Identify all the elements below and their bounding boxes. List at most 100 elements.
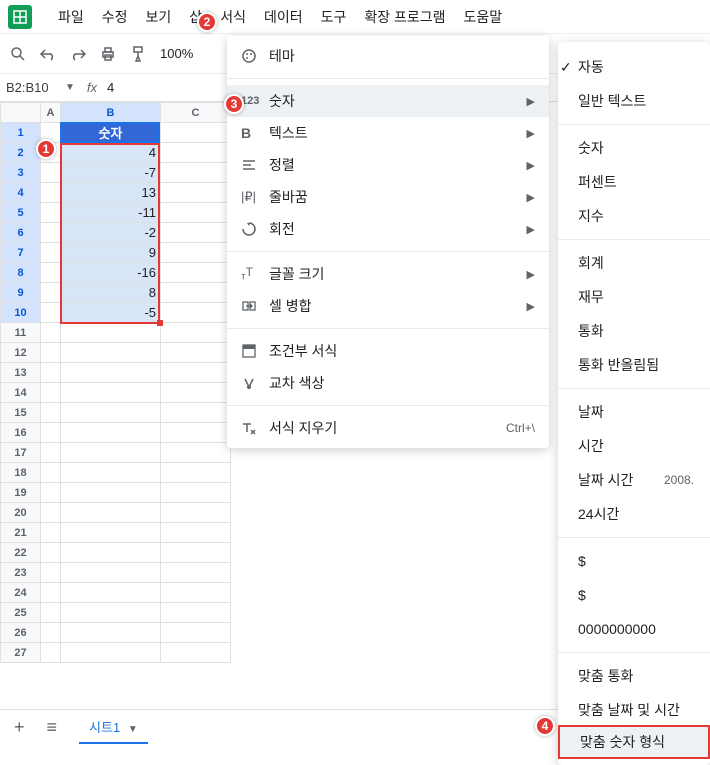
row-head-10[interactable]: 10 bbox=[1, 303, 41, 323]
cell-A25[interactable] bbox=[41, 603, 61, 623]
row-head-23[interactable]: 23 bbox=[1, 563, 41, 583]
col-head-B[interactable]: B bbox=[61, 103, 161, 123]
number-format-item-13[interactable]: 시간 bbox=[558, 429, 710, 463]
row-head-21[interactable]: 21 bbox=[1, 523, 41, 543]
format-menu-item-6[interactable]: 회전▶ bbox=[227, 213, 549, 245]
format-menu-item-5[interactable]: |₽|줄바꿈▶ bbox=[227, 181, 549, 213]
cell-C17[interactable] bbox=[161, 443, 231, 463]
cell-A19[interactable] bbox=[41, 483, 61, 503]
col-head-A[interactable]: A bbox=[41, 103, 61, 123]
cell-C14[interactable] bbox=[161, 383, 231, 403]
row-head-15[interactable]: 15 bbox=[1, 403, 41, 423]
select-all-corner[interactable] bbox=[1, 103, 41, 123]
cell-A17[interactable] bbox=[41, 443, 61, 463]
menu-6[interactable]: 도구 bbox=[313, 3, 355, 31]
row-head-4[interactable]: 4 bbox=[1, 183, 41, 203]
row-head-13[interactable]: 13 bbox=[1, 363, 41, 383]
cell-B11[interactable] bbox=[61, 323, 161, 343]
cell-C18[interactable] bbox=[161, 463, 231, 483]
print-icon[interactable] bbox=[100, 46, 116, 62]
cell-B19[interactable] bbox=[61, 483, 161, 503]
menu-7[interactable]: 확장 프로그램 bbox=[356, 3, 453, 31]
cell-A4[interactable] bbox=[41, 183, 61, 203]
add-sheet-icon[interactable]: + bbox=[14, 717, 25, 738]
format-menu-item-9[interactable]: 셀 병합▶ bbox=[227, 290, 549, 322]
cell-A16[interactable] bbox=[41, 423, 61, 443]
number-format-item-12[interactable]: 날짜 bbox=[558, 395, 710, 429]
cell-B9[interactable]: 8 bbox=[61, 283, 161, 303]
number-format-item-18[interactable]: $ bbox=[558, 578, 710, 612]
cell-B4[interactable]: 13 bbox=[61, 183, 161, 203]
cell-C10[interactable] bbox=[161, 303, 231, 323]
number-format-item-17[interactable]: $ bbox=[558, 544, 710, 578]
cell-B14[interactable] bbox=[61, 383, 161, 403]
cell-C9[interactable] bbox=[161, 283, 231, 303]
number-format-item-22[interactable]: 맞춤 날짜 및 시간 bbox=[558, 693, 710, 727]
cell-B7[interactable]: 9 bbox=[61, 243, 161, 263]
redo-icon[interactable] bbox=[70, 46, 86, 62]
cell-C16[interactable] bbox=[161, 423, 231, 443]
cell-B15[interactable] bbox=[61, 403, 161, 423]
number-format-item-19[interactable]: 0000000000 bbox=[558, 612, 710, 646]
cell-C11[interactable] bbox=[161, 323, 231, 343]
cell-C12[interactable] bbox=[161, 343, 231, 363]
sheet-tab-dropdown-icon[interactable]: ▼ bbox=[128, 724, 138, 735]
cell-C19[interactable] bbox=[161, 483, 231, 503]
row-head-16[interactable]: 16 bbox=[1, 423, 41, 443]
format-menu-item-4[interactable]: 정렬▶ bbox=[227, 149, 549, 181]
cell-B27[interactable] bbox=[61, 643, 161, 663]
format-menu-item-2[interactable]: 123숫자▶ bbox=[227, 85, 549, 117]
paint-format-icon[interactable] bbox=[130, 46, 146, 62]
row-head-20[interactable]: 20 bbox=[1, 503, 41, 523]
cell-B10[interactable]: -5 bbox=[61, 303, 161, 323]
number-format-item-3[interactable]: 숫자 bbox=[558, 131, 710, 165]
cell-B23[interactable] bbox=[61, 563, 161, 583]
cell-C26[interactable] bbox=[161, 623, 231, 643]
col-head-C[interactable]: C bbox=[161, 103, 231, 123]
cell-C15[interactable] bbox=[161, 403, 231, 423]
cell-A5[interactable] bbox=[41, 203, 61, 223]
menu-0[interactable]: 파일 bbox=[50, 3, 92, 31]
cell-B16[interactable] bbox=[61, 423, 161, 443]
cell-C1[interactable] bbox=[161, 123, 231, 143]
row-head-25[interactable]: 25 bbox=[1, 603, 41, 623]
cell-B17[interactable] bbox=[61, 443, 161, 463]
cell-A27[interactable] bbox=[41, 643, 61, 663]
row-head-18[interactable]: 18 bbox=[1, 463, 41, 483]
row-head-24[interactable]: 24 bbox=[1, 583, 41, 603]
row-head-22[interactable]: 22 bbox=[1, 543, 41, 563]
cell-A21[interactable] bbox=[41, 523, 61, 543]
cell-A20[interactable] bbox=[41, 503, 61, 523]
cell-C25[interactable] bbox=[161, 603, 231, 623]
cell-B1[interactable]: 숫자 bbox=[61, 123, 161, 143]
cell-B5[interactable]: -11 bbox=[61, 203, 161, 223]
row-head-6[interactable]: 6 bbox=[1, 223, 41, 243]
cell-A9[interactable] bbox=[41, 283, 61, 303]
cell-C5[interactable] bbox=[161, 203, 231, 223]
cell-C8[interactable] bbox=[161, 263, 231, 283]
cell-C23[interactable] bbox=[161, 563, 231, 583]
cell-C22[interactable] bbox=[161, 543, 231, 563]
format-menu-item-14[interactable]: 서식 지우기Ctrl+\ bbox=[227, 412, 549, 444]
cell-A18[interactable] bbox=[41, 463, 61, 483]
sheet-tab-1[interactable]: 시트1 ▼ bbox=[79, 711, 148, 744]
cell-B2[interactable]: 4 bbox=[61, 143, 161, 163]
cell-C20[interactable] bbox=[161, 503, 231, 523]
row-head-1[interactable]: 1 bbox=[1, 123, 41, 143]
cell-C4[interactable] bbox=[161, 183, 231, 203]
row-head-11[interactable]: 11 bbox=[1, 323, 41, 343]
row-head-7[interactable]: 7 bbox=[1, 243, 41, 263]
format-menu-item-3[interactable]: B텍스트▶ bbox=[227, 117, 549, 149]
menu-2[interactable]: 보기 bbox=[138, 3, 180, 31]
fill-handle[interactable] bbox=[157, 320, 163, 326]
row-head-27[interactable]: 27 bbox=[1, 643, 41, 663]
format-menu-item-11[interactable]: 조건부 서식 bbox=[227, 335, 549, 367]
number-format-item-7[interactable]: 회계 bbox=[558, 246, 710, 280]
format-menu-item-12[interactable]: 교차 색상 bbox=[227, 367, 549, 399]
cell-B20[interactable] bbox=[61, 503, 161, 523]
cell-B24[interactable] bbox=[61, 583, 161, 603]
cell-C27[interactable] bbox=[161, 643, 231, 663]
search-icon[interactable] bbox=[10, 46, 26, 62]
formula-input[interactable]: 4 bbox=[107, 80, 114, 95]
row-head-9[interactable]: 9 bbox=[1, 283, 41, 303]
